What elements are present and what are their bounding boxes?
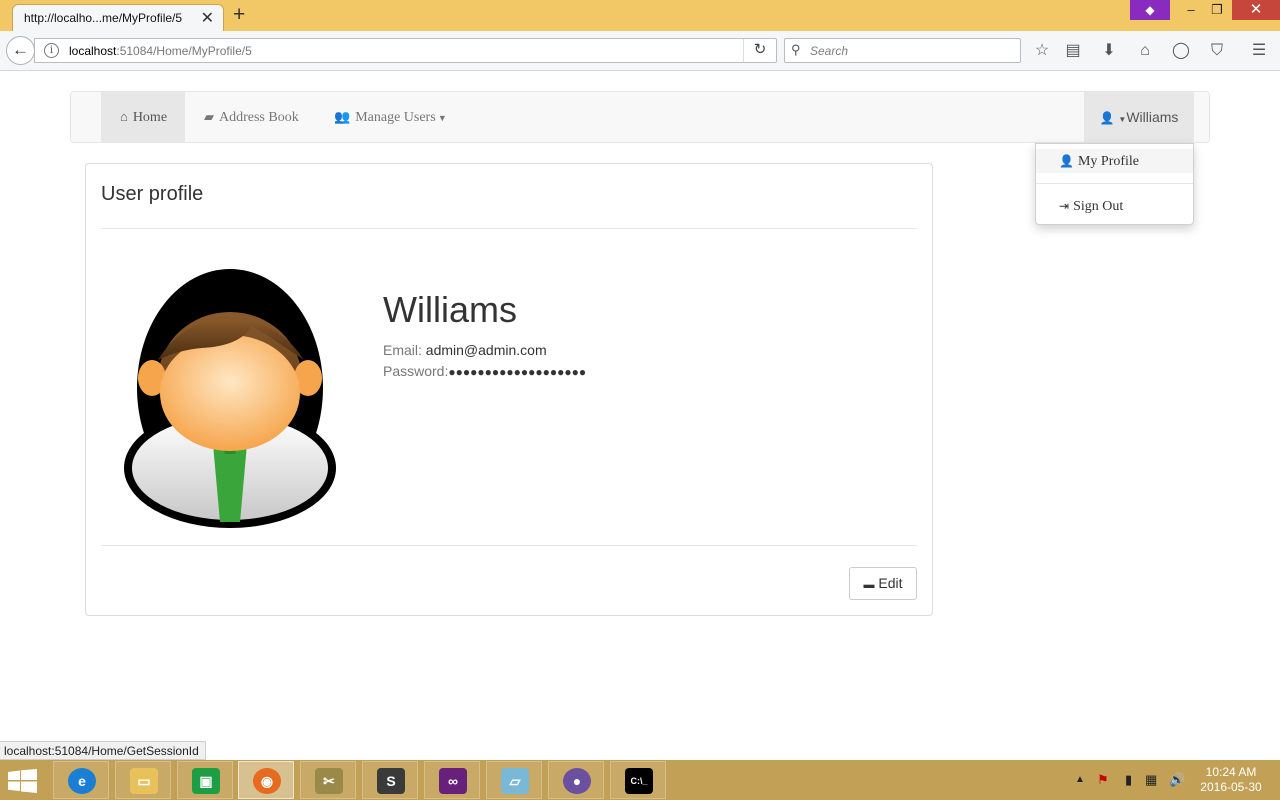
divider bbox=[101, 545, 917, 546]
new-tab-icon[interactable]: + bbox=[233, 3, 245, 27]
taskbar-clock[interactable]: 10:24 AM 2016-05-30 bbox=[1196, 765, 1266, 795]
url-host: localhost bbox=[69, 44, 117, 58]
search-input[interactable]: ⚲ Search bbox=[784, 38, 1021, 63]
book-icon: ▰ bbox=[204, 109, 214, 124]
password-label: Password: bbox=[383, 363, 449, 379]
url-bar[interactable]: i localhost:51084/Home/MyProfile/5 ↻ bbox=[34, 38, 777, 63]
volume-icon[interactable]: 🔊 bbox=[1169, 760, 1185, 800]
sign-out-icon: ⇥ bbox=[1059, 199, 1070, 213]
menu-divider bbox=[1036, 183, 1193, 184]
taskbar: e ▭ ▣ ◉ ✂ S ∞ ▱ ● C:\_ ▲ ⚑ ▮ ▦ 🔊 10:24 A… bbox=[0, 760, 1280, 800]
tray-expand-icon[interactable]: ▲ bbox=[1075, 760, 1085, 800]
file-explorer-icon: ▭ bbox=[130, 768, 158, 794]
profile-panel: User profile Williams Email: admin@admin… bbox=[85, 163, 933, 616]
search-placeholder: Search bbox=[810, 44, 849, 58]
reload-icon[interactable]: ↻ bbox=[743, 39, 776, 62]
browser-tab[interactable]: http://localho...me/MyProfile/5 ✕ bbox=[12, 4, 224, 31]
edit-button-label: Edit bbox=[878, 575, 903, 591]
user-menu-toggle[interactable]: 👤 ▼Williams bbox=[1084, 92, 1194, 142]
private-browsing-icon: ◆ bbox=[1130, 0, 1170, 20]
menu-item-sign-out[interactable]: ⇥ Sign Out bbox=[1036, 194, 1193, 218]
nav-address-book-label: Address Book bbox=[219, 110, 299, 125]
reading-list-icon[interactable]: ▤ bbox=[1063, 42, 1083, 60]
download-icon[interactable]: ⬇ bbox=[1099, 42, 1119, 60]
nav-home[interactable]: ⌂ Home bbox=[101, 92, 185, 142]
back-button[interactable]: ← bbox=[6, 36, 35, 65]
taskbar-visual-studio[interactable]: ∞ bbox=[424, 761, 480, 799]
browser-toolbar: i localhost:51084/Home/MyProfile/5 ↻ ← ⚲… bbox=[0, 31, 1280, 71]
taskbar-explorer[interactable]: ▭ bbox=[115, 761, 171, 799]
battery-icon[interactable]: ▮ bbox=[1125, 760, 1132, 800]
taskbar-github[interactable]: ● bbox=[548, 761, 604, 799]
caret-down-icon: ▼ bbox=[435, 113, 447, 123]
visual-studio-icon: ∞ bbox=[439, 768, 467, 794]
clock-time: 10:24 AM bbox=[1205, 765, 1257, 779]
panel-title: User profile bbox=[101, 183, 204, 205]
home-icon[interactable]: ⌂ bbox=[1135, 42, 1155, 60]
internet-explorer-icon: e bbox=[68, 768, 96, 794]
nav-manage-users-label: Manage Users bbox=[355, 110, 436, 125]
browser-tab-strip: http://localho...me/MyProfile/5 ✕ + ◆ – … bbox=[0, 0, 1280, 31]
user-avatar bbox=[124, 269, 336, 528]
user-icon: 👤 bbox=[1059, 154, 1074, 168]
info-icon[interactable]: i bbox=[44, 43, 59, 58]
menu-item-my-profile-label: My Profile bbox=[1077, 154, 1140, 169]
user-menu-label: Williams bbox=[1126, 109, 1179, 125]
taskbar-firefox[interactable]: ◉ bbox=[238, 761, 294, 799]
command-prompt-icon: C:\_ bbox=[625, 768, 653, 794]
clock-date: 2016-05-30 bbox=[1200, 780, 1262, 794]
tray-flag-icon[interactable]: ⚑ bbox=[1097, 760, 1109, 800]
bookmark-star-icon[interactable]: ☆ bbox=[1032, 42, 1052, 60]
url-text: localhost:51084/Home/MyProfile/5 bbox=[69, 44, 252, 58]
profile-name: Williams bbox=[383, 289, 517, 330]
password-value: ●●●●●●●●●●●●●●●●●●● bbox=[448, 365, 587, 379]
github-icon: ● bbox=[563, 768, 591, 794]
sublime-text-icon: S bbox=[377, 768, 405, 794]
taskbar-cmd[interactable]: C:\_ bbox=[610, 761, 666, 799]
taskbar-notepad[interactable]: ▱ bbox=[486, 761, 542, 799]
users-icon: 👥 bbox=[334, 109, 351, 124]
firefox-icon: ◉ bbox=[253, 768, 281, 794]
email-value: admin@admin.com bbox=[425, 342, 547, 358]
taskbar-ie[interactable]: e bbox=[53, 761, 109, 799]
tab-close-icon[interactable]: ✕ bbox=[201, 8, 214, 28]
chat-icon[interactable]: ◯ bbox=[1171, 42, 1191, 60]
windows-start-icon[interactable] bbox=[8, 769, 38, 793]
window-close-icon[interactable]: ✕ bbox=[1232, 0, 1280, 20]
minimize-icon[interactable]: – bbox=[1178, 0, 1204, 20]
email-label: Email: bbox=[383, 342, 422, 358]
nav-address-book[interactable]: ▰ Address Book bbox=[204, 92, 299, 142]
taskbar-tools[interactable]: ✂ bbox=[300, 761, 356, 799]
user-dropdown-menu: 👤 My Profile ⇥ Sign Out bbox=[1035, 143, 1194, 225]
app-navbar: ⌂ Home ▰ Address Book 👥 Manage Users ▼ 👤 ▼W… bbox=[70, 91, 1210, 143]
back-arrow-icon: ← bbox=[12, 40, 29, 59]
profile-email-row: Email: admin@admin.com bbox=[383, 342, 547, 358]
divider bbox=[101, 228, 917, 229]
status-bar-url: localhost:51084/Home/GetSessionId bbox=[0, 741, 206, 760]
nav-manage-users[interactable]: 👥 Manage Users ▼ bbox=[334, 92, 447, 142]
user-icon: 👤 bbox=[1099, 111, 1115, 125]
tab-title: http://localho...me/MyProfile/5 bbox=[24, 11, 183, 25]
search-icon: ⚲ bbox=[791, 42, 801, 57]
menu-item-my-profile[interactable]: 👤 My Profile bbox=[1036, 149, 1193, 173]
notepad-icon: ▱ bbox=[501, 768, 529, 794]
restore-icon[interactable]: ❐ bbox=[1204, 0, 1230, 20]
taskbar-store[interactable]: ▣ bbox=[177, 761, 233, 799]
edit-icon: ▬ bbox=[863, 579, 875, 591]
store-icon: ▣ bbox=[192, 768, 220, 794]
url-path: :51084/Home/MyProfile/5 bbox=[116, 44, 252, 58]
profile-password-row: Password:●●●●●●●●●●●●●●●●●●● bbox=[383, 363, 586, 379]
menu-item-sign-out-label: Sign Out bbox=[1073, 199, 1124, 214]
edit-button[interactable]: ▬ Edit bbox=[849, 567, 917, 600]
nav-home-label: Home bbox=[132, 110, 168, 125]
taskbar-sublime[interactable]: S bbox=[362, 761, 418, 799]
pocket-icon[interactable]: ⛉ bbox=[1207, 42, 1227, 60]
menu-icon[interactable]: ☰ bbox=[1249, 42, 1269, 60]
network-icon[interactable]: ▦ bbox=[1145, 760, 1157, 800]
home-icon: ⌂ bbox=[120, 109, 128, 124]
tools-icon: ✂ bbox=[315, 768, 343, 794]
